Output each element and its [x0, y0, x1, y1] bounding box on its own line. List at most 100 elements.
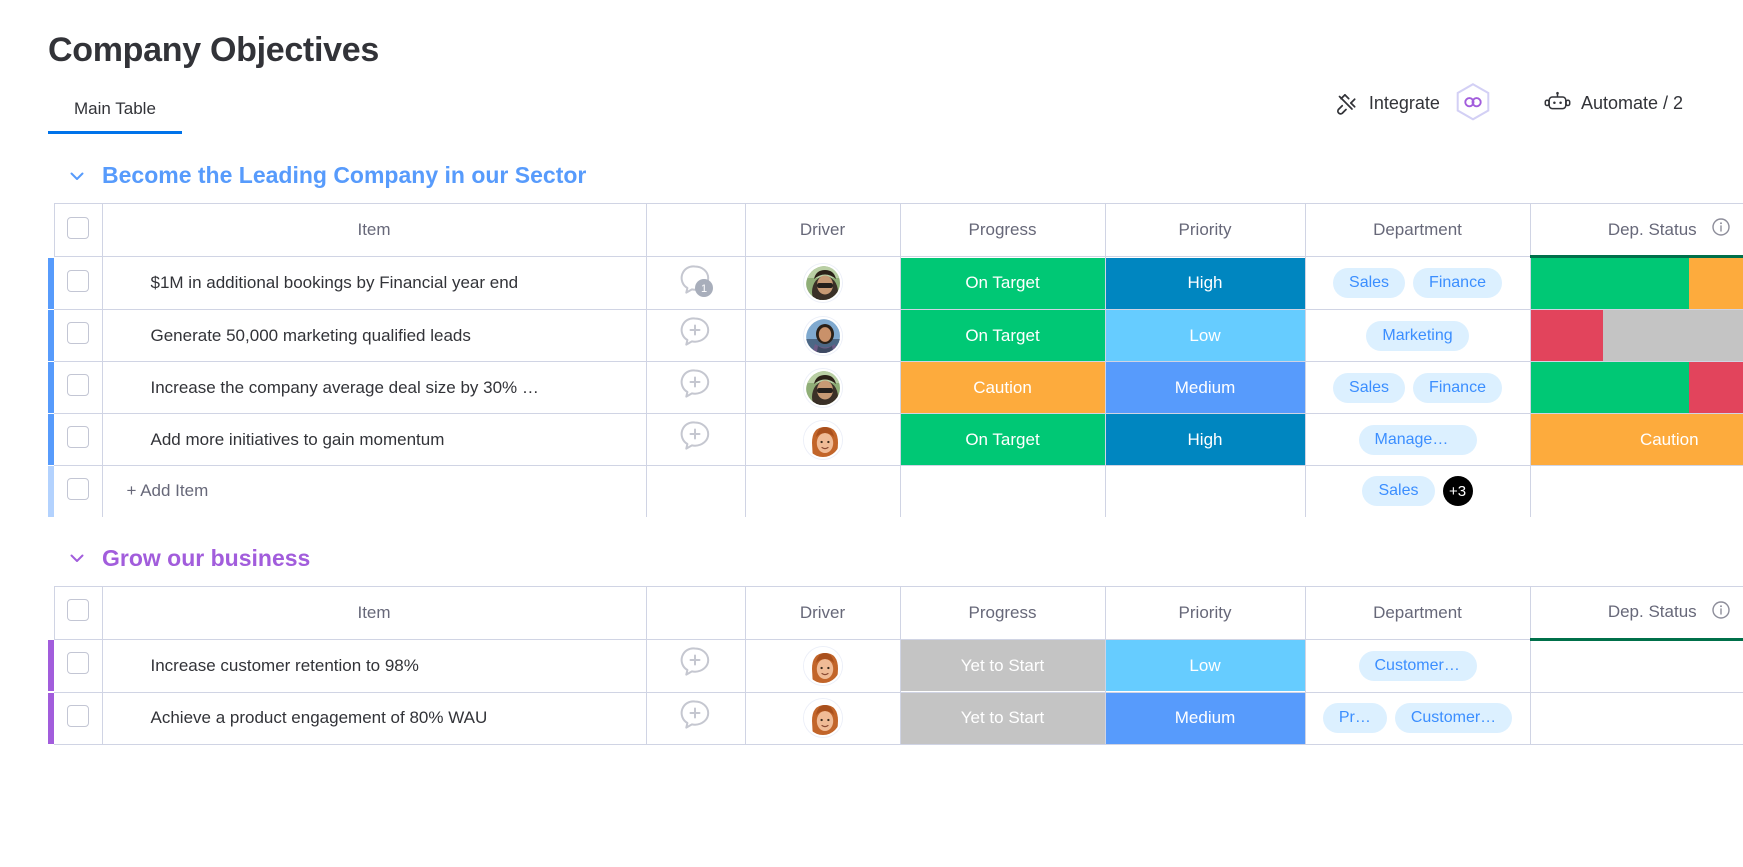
- info-icon[interactable]: [1711, 217, 1731, 242]
- dep-status-battery[interactable]: [1530, 362, 1743, 413]
- department-cell[interactable]: Sales Finance: [1305, 361, 1531, 414]
- item-name-cell[interactable]: Generate 50,000 marketing qualified lead…: [101, 309, 647, 362]
- priority-cell[interactable]: Medium: [1105, 692, 1306, 745]
- item-updates-cell[interactable]: [646, 413, 746, 466]
- driver-cell[interactable]: [745, 256, 901, 310]
- column-header-priority[interactable]: Priority: [1105, 203, 1306, 257]
- add-row-dep-status-cell[interactable]: [1530, 465, 1743, 517]
- dep-status-empty[interactable]: [1531, 641, 1743, 692]
- chat-bubble-icon[interactable]: [677, 418, 715, 461]
- table-row[interactable]: $1M in additional bookings by Financial …: [48, 256, 1743, 310]
- department-cell[interactable]: Management: [1305, 413, 1531, 466]
- item-name-cell[interactable]: Increase the company average deal size b…: [101, 361, 647, 414]
- progress-cell[interactable]: On Target: [900, 309, 1106, 362]
- department-tag[interactable]: Marketing: [1366, 320, 1469, 351]
- dep-status-cell[interactable]: [1530, 309, 1743, 362]
- item-updates-cell[interactable]: [646, 692, 746, 745]
- priority-cell[interactable]: Low: [1105, 309, 1306, 362]
- add-row-progress-cell[interactable]: [900, 465, 1106, 517]
- avatar[interactable]: [803, 646, 842, 685]
- department-tag[interactable]: Sales: [1362, 476, 1435, 507]
- progress-cell[interactable]: Caution: [900, 361, 1106, 414]
- progress-cell[interactable]: On Target: [900, 413, 1106, 466]
- item-name-cell[interactable]: $1M in additional bookings by Financial …: [101, 256, 647, 310]
- select-all-checkbox[interactable]: [67, 599, 89, 621]
- department-tag[interactable]: Sales: [1333, 372, 1406, 403]
- priority-cell[interactable]: High: [1105, 413, 1306, 466]
- column-header-progress[interactable]: Progress: [900, 585, 1106, 640]
- dep-status-cell[interactable]: [1530, 639, 1743, 693]
- item-updates-cell[interactable]: [646, 639, 746, 693]
- column-header-department[interactable]: Department: [1305, 585, 1531, 640]
- column-header-progress[interactable]: Progress: [900, 203, 1106, 257]
- department-tag[interactable]: Management: [1358, 424, 1477, 455]
- group-title[interactable]: Grow our business: [102, 545, 310, 572]
- add-row-checkbox[interactable]: [66, 477, 89, 500]
- tab-main-table[interactable]: Main Table: [48, 93, 182, 134]
- department-tag[interactable]: Pr…: [1322, 703, 1387, 733]
- add-row-priority-cell[interactable]: [1105, 465, 1306, 517]
- row-checkbox[interactable]: [66, 269, 89, 292]
- chevron-down-icon[interactable]: [66, 547, 88, 569]
- department-cell[interactable]: Pr… Customer…: [1305, 692, 1531, 745]
- avatar[interactable]: [803, 699, 842, 737]
- column-header-driver[interactable]: Driver: [745, 203, 901, 257]
- department-tag[interactable]: Finance: [1413, 372, 1502, 403]
- chat-bubble-icon[interactable]: [677, 697, 715, 740]
- dep-status-battery[interactable]: [1530, 310, 1743, 361]
- priority-cell[interactable]: Low: [1105, 639, 1306, 693]
- column-header-item[interactable]: Item: [101, 585, 647, 640]
- driver-cell[interactable]: [745, 361, 901, 414]
- driver-cell[interactable]: [745, 309, 901, 362]
- department-cell[interactable]: Marketing: [1305, 309, 1531, 362]
- chevron-down-icon[interactable]: [66, 165, 88, 187]
- dep-status-battery[interactable]: [1530, 258, 1743, 309]
- column-header-item[interactable]: Item: [101, 203, 647, 257]
- row-checkbox[interactable]: [66, 652, 89, 674]
- dep-status-cell[interactable]: [1530, 361, 1743, 414]
- department-tag[interactable]: Sales: [1333, 268, 1406, 298]
- dep-status-label-cell[interactable]: Caution: [1530, 414, 1743, 465]
- info-icon[interactable]: [1711, 600, 1731, 625]
- table-row[interactable]: Achieve a product engagement of 80% WAU …: [48, 692, 1743, 745]
- select-all-checkbox[interactable]: [67, 216, 89, 239]
- add-item-button[interactable]: + Add Item: [101, 465, 647, 517]
- driver-cell[interactable]: [745, 639, 901, 693]
- avatar[interactable]: [803, 368, 842, 407]
- table-row[interactable]: Increase customer retention to 98% Yet t…: [48, 639, 1743, 693]
- dep-status-cell[interactable]: [1530, 256, 1743, 310]
- column-header-driver[interactable]: Driver: [745, 585, 901, 640]
- add-item-row[interactable]: + Add Item Sales +3: [48, 465, 1743, 517]
- driver-cell[interactable]: [745, 413, 901, 466]
- item-name-cell[interactable]: Achieve a product engagement of 80% WAU: [101, 692, 647, 745]
- row-checkbox[interactable]: [66, 704, 89, 727]
- row-checkbox[interactable]: [66, 374, 89, 396]
- chat-bubble-icon[interactable]: 1: [677, 262, 715, 305]
- automate-button[interactable]: Automate / 2: [1544, 91, 1683, 115]
- column-header-dep-status[interactable]: Dep. Status: [1530, 585, 1743, 641]
- chat-bubble-icon[interactable]: [677, 366, 715, 409]
- department-tag[interactable]: Finance: [1413, 268, 1502, 298]
- item-updates-cell[interactable]: 1: [646, 256, 746, 310]
- integrate-button[interactable]: Integrate: [1333, 82, 1492, 124]
- department-cell[interactable]: Customer Success: [1305, 639, 1531, 693]
- item-updates-cell[interactable]: [646, 309, 746, 362]
- add-row-driver-cell[interactable]: [745, 465, 901, 517]
- dep-status-cell[interactable]: [1530, 692, 1743, 745]
- department-tag[interactable]: Customer…: [1394, 703, 1513, 733]
- item-updates-cell[interactable]: [646, 361, 746, 414]
- priority-cell[interactable]: Medium: [1105, 361, 1306, 414]
- department-tag[interactable]: Customer Success: [1358, 650, 1477, 681]
- row-checkbox[interactable]: [66, 322, 89, 344]
- column-header-department[interactable]: Department: [1305, 203, 1531, 257]
- progress-cell[interactable]: Yet to Start: [900, 639, 1106, 693]
- table-row[interactable]: Add more initiatives to gain momentum On…: [48, 413, 1743, 466]
- item-name-cell[interactable]: Add more initiatives to gain momentum: [101, 413, 647, 466]
- progress-cell[interactable]: On Target: [900, 256, 1106, 310]
- chat-bubble-icon[interactable]: [677, 314, 715, 357]
- dep-status-empty[interactable]: [1531, 693, 1743, 744]
- group-title[interactable]: Become the Leading Company in our Sector: [102, 162, 586, 189]
- table-row[interactable]: Generate 50,000 marketing qualified lead…: [48, 309, 1743, 362]
- column-header-dep-status[interactable]: Dep. Status: [1530, 203, 1743, 258]
- chat-bubble-icon[interactable]: [677, 644, 715, 687]
